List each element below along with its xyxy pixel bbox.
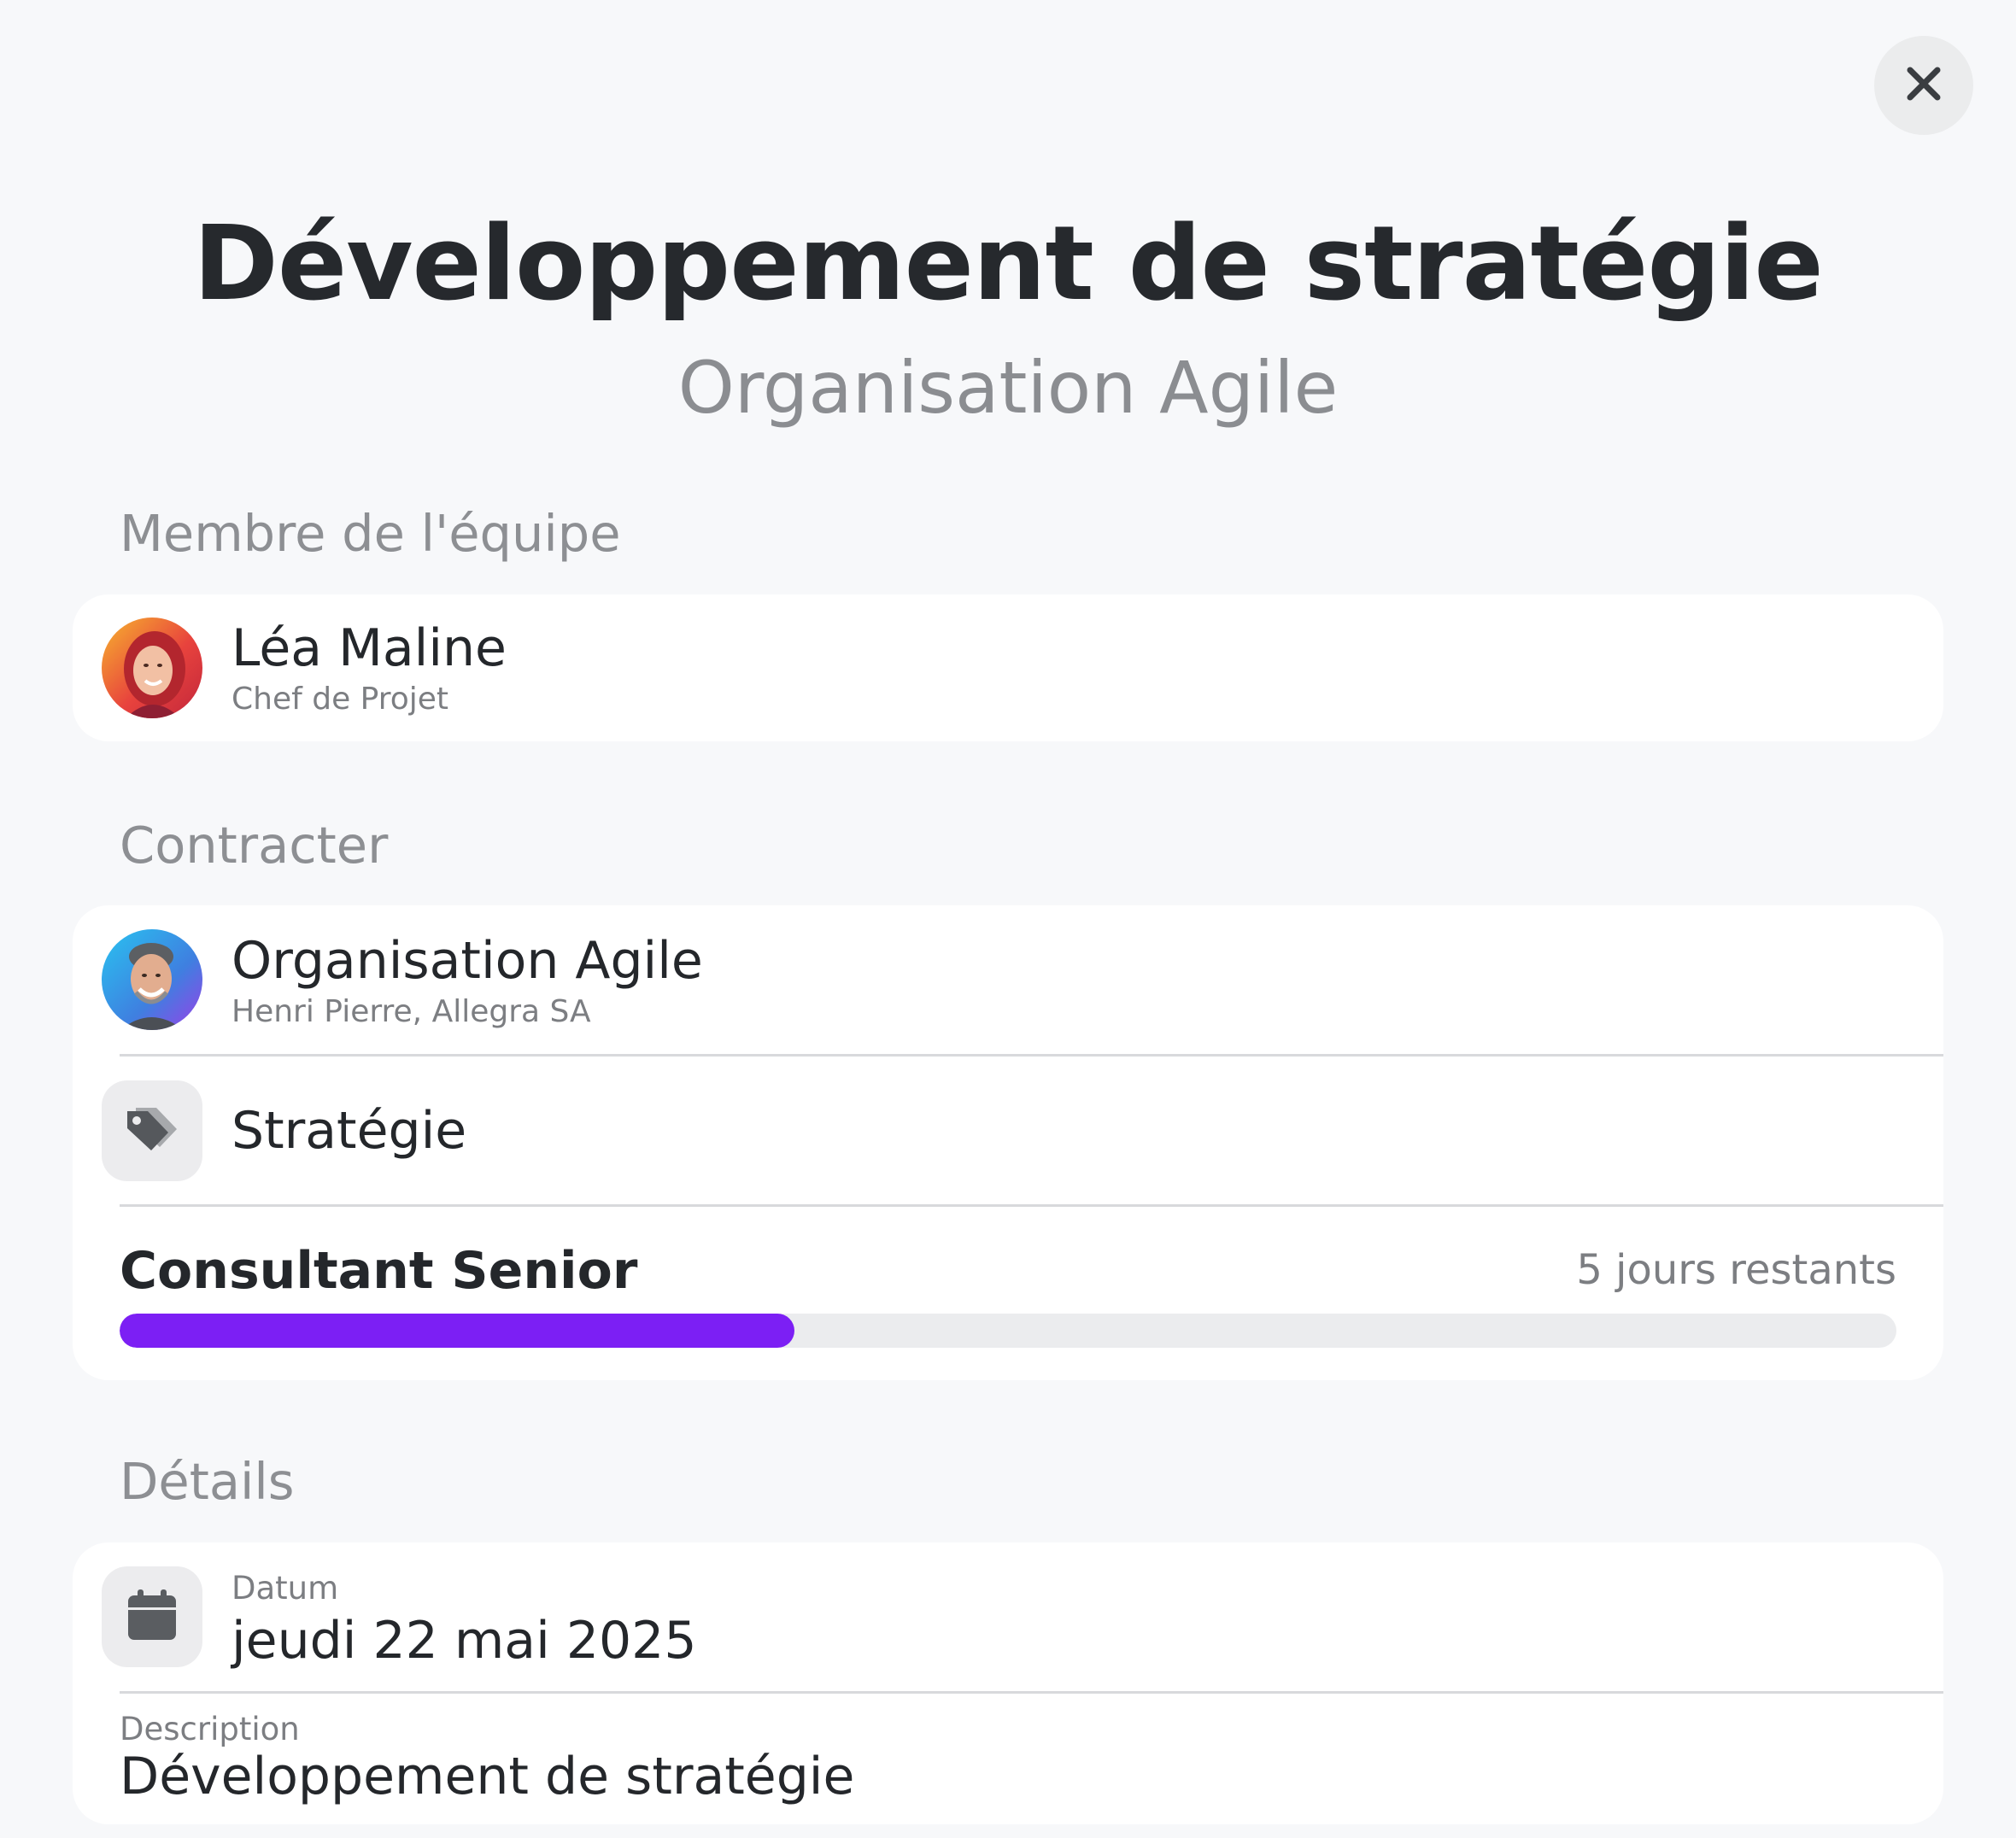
date-value: jeudi 22 mai 2025 [231, 1611, 697, 1671]
budget-progress-fill [120, 1314, 795, 1348]
tag-icon [124, 1104, 180, 1157]
description-label: Description [120, 1711, 300, 1747]
tag-icon-box [102, 1080, 202, 1181]
section-label-team: Membre de l'équipe [120, 504, 621, 563]
section-label-details: Détails [120, 1452, 295, 1511]
organization-row[interactable]: Organisation Agile Henri Pierre, Allegra… [73, 905, 1943, 1056]
category-label: Stratégie [231, 1101, 467, 1161]
details-modal: Développement de stratégie Organisation … [0, 0, 2016, 1838]
organization-name: Organisation Agile [231, 931, 703, 991]
date-label: Datum [231, 1570, 339, 1607]
close-icon [1905, 65, 1943, 106]
close-button[interactable] [1874, 36, 1973, 135]
budget-row: Consultant Senior 5 jours restants [73, 1207, 1943, 1380]
section-label-contracter: Contracter [120, 816, 389, 875]
budget-title: Consultant Senior [120, 1241, 638, 1301]
budget-progress-bar [120, 1314, 1896, 1348]
organization-contact: Henri Pierre, Allegra SA [231, 994, 591, 1029]
avatar [102, 618, 202, 718]
details-card: Datum jeudi 22 mai 2025 Description Déve… [73, 1542, 1943, 1824]
description-row: Description Développement de stratégie [73, 1694, 1943, 1824]
modal-title: Développement de stratégie [193, 205, 1824, 324]
description-value: Développement de stratégie [120, 1747, 855, 1806]
calendar-icon-box [102, 1566, 202, 1667]
member-name: Léa Maline [231, 618, 507, 678]
member-role: Chef de Projet [231, 682, 449, 717]
date-row[interactable]: Datum jeudi 22 mai 2025 [73, 1542, 1943, 1693]
contracter-card: Organisation Agile Henri Pierre, Allegra… [73, 905, 1943, 1380]
avatar [102, 929, 202, 1030]
budget-remaining: 5 jours restants [1576, 1246, 1896, 1294]
team-member-card[interactable]: Léa Maline Chef de Projet [73, 594, 1943, 741]
calendar-icon [126, 1589, 178, 1645]
category-row[interactable]: Stratégie [73, 1057, 1943, 1206]
modal-subtitle: Organisation Agile [677, 346, 1339, 430]
